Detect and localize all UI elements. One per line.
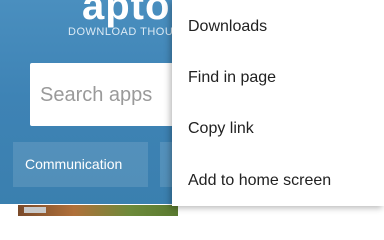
browser-page: aptoide DOWNLOAD THOUSANDS Communication… bbox=[0, 0, 384, 216]
menu-item-add-to-home-screen[interactable]: Add to home screen bbox=[172, 155, 384, 206]
menu-item-copy-link[interactable]: Copy link bbox=[172, 103, 384, 154]
menu-item-find-in-page[interactable]: Find in page bbox=[172, 52, 384, 103]
category-chip-communication[interactable]: Communication bbox=[13, 142, 148, 187]
browser-overflow-menu: Downloads Find in page Copy link Add to … bbox=[172, 0, 384, 206]
menu-item-downloads[interactable]: Downloads bbox=[172, 1, 384, 52]
thumbnail-badge bbox=[24, 207, 46, 213]
